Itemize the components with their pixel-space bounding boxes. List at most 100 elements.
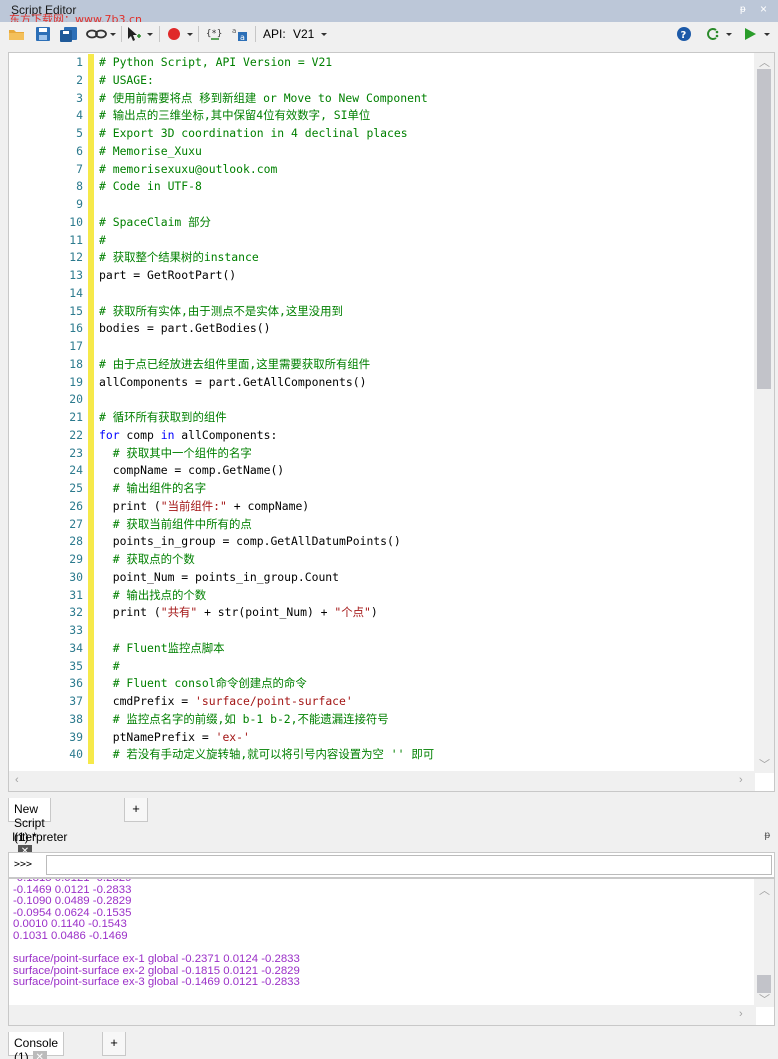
output-vertical-scrollbar[interactable]: ︿ ﹀ — [754, 879, 774, 1007]
tab-new-script[interactable]: New Script (1) *✕ — [8, 798, 51, 859]
code-line[interactable]: 5 # Export 3D coordination in 4 declinal … — [9, 125, 755, 143]
code-line[interactable]: 16 bodies = part.GetBodies() — [9, 320, 755, 339]
help-icon[interactable]: ? — [676, 26, 692, 42]
change-marker — [88, 568, 94, 587]
code-line[interactable]: 4 # 输出点的三维坐标,其中保留4位有效数字, SI单位 — [9, 107, 755, 126]
close-icon[interactable]: × — [760, 2, 767, 16]
script-editor-window: Script Editor 东方下载网：www.7b3.cn ᵽ × {*} a… — [0, 0, 778, 1059]
code-text: ptNamePrefix = 'ex-' — [99, 729, 250, 744]
record-icon[interactable] — [166, 26, 182, 42]
code-line[interactable]: 35 # — [9, 657, 755, 676]
tab-console[interactable]: Console (1) ✕ — [8, 1032, 65, 1059]
change-marker — [88, 657, 94, 676]
interpreter-input[interactable] — [46, 855, 772, 875]
code-line[interactable]: 29 # 获取点的个数 — [9, 551, 755, 569]
code-line[interactable]: 39 ptNamePrefix = 'ex-' — [9, 728, 755, 747]
code-line[interactable]: 31 # 输出找点的个数 — [9, 586, 755, 605]
code-line[interactable]: 38 # 监控点名字的前缀,如 b-1 b-2,不能遗漏连接符号 — [9, 710, 755, 729]
change-marker — [88, 125, 94, 143]
scroll-up-icon[interactable]: ︿ — [759, 882, 770, 898]
select-pointer-icon[interactable] — [126, 26, 142, 42]
code-line[interactable]: 8 # Code in UTF-8 — [9, 178, 755, 197]
scroll-up-icon[interactable]: ︿ — [759, 54, 770, 70]
code-line[interactable]: 28 points_in_group = comp.GetAllDatumPoi… — [9, 533, 755, 552]
code-text: for comp in allComponents: — [99, 427, 278, 442]
code-line[interactable]: 7 # memorisexuxu@outlook.com — [9, 160, 755, 179]
line-number: 40 — [69, 747, 83, 762]
insert-snippet-icon[interactable]: {*} — [205, 26, 223, 42]
code-line[interactable]: 36 # Fluent consol命令创建点的命令 — [9, 675, 755, 694]
code-line[interactable]: 2 # USAGE: — [9, 71, 755, 90]
change-marker — [88, 551, 94, 569]
code-line[interactable]: 32 print ("共有" + str(point_Num) + "个点") — [9, 604, 755, 623]
chevron-down-icon[interactable] — [725, 26, 733, 42]
code-line[interactable]: 27 # 获取当前组件中所有的点 — [9, 515, 755, 534]
chevron-down-icon[interactable] — [320, 26, 328, 42]
code-line[interactable]: 10 # SpaceClaim 部分 — [9, 213, 755, 232]
chevron-down-icon[interactable] — [186, 26, 194, 42]
svg-text:{*}: {*} — [206, 29, 222, 39]
scroll-down-icon[interactable]: ﹀ — [759, 756, 770, 772]
interpreter-title: Interpreter — [12, 830, 68, 844]
code-line[interactable]: 13 part = GetRootPart() — [9, 267, 755, 285]
code-line[interactable]: 3 # 使用前需要将点 移到新组建 or Move to New Componen… — [9, 89, 755, 108]
rename-icon[interactable]: aa — [232, 26, 248, 42]
save-icon[interactable] — [35, 26, 51, 42]
code-area[interactable]: 1 # Python Script, API Version = V21 2 # US… — [9, 53, 755, 773]
code-editor[interactable]: 1 # Python Script, API Version = V21 2 # US… — [8, 52, 775, 792]
editor-horizontal-scrollbar[interactable]: ‹ › — [9, 771, 755, 791]
change-marker — [88, 107, 94, 126]
chevron-down-icon[interactable] — [763, 26, 771, 42]
scrollbar-thumb[interactable] — [757, 69, 771, 389]
code-text: # 循环所有获取到的组件 — [99, 410, 227, 424]
chevron-down-icon[interactable] — [146, 26, 154, 42]
code-line[interactable]: 22 for comp in allComponents: — [9, 426, 755, 445]
scroll-down-icon[interactable]: ﹀ — [759, 991, 770, 1007]
code-line[interactable]: 1 # Python Script, API Version = V21 — [9, 54, 755, 72]
scroll-left-icon[interactable]: ‹ — [15, 774, 19, 786]
save-as-icon[interactable] — [59, 26, 79, 42]
code-line[interactable]: 17 — [9, 338, 755, 356]
pin-icon[interactable]: ᵽ — [764, 830, 770, 841]
code-line[interactable]: 12 # 获取整个结果树的instance — [9, 249, 755, 268]
editor-vertical-scrollbar[interactable]: ︿ ﹀ — [754, 53, 774, 773]
code-line[interactable]: 30 point_Num = points_in_group.Count — [9, 568, 755, 587]
chevron-down-icon[interactable] — [109, 26, 117, 42]
code-line[interactable]: 37 cmdPrefix = 'surface/point-surface' — [9, 693, 755, 711]
debug-icon[interactable] — [704, 26, 720, 42]
pin-icon[interactable]: ᵽ — [740, 4, 746, 15]
code-line[interactable]: 11 # — [9, 231, 755, 250]
line-number: 18 — [69, 356, 83, 371]
add-tab-button[interactable]: + — [124, 798, 148, 822]
code-line[interactable]: 9 — [9, 196, 755, 214]
code-line[interactable]: 6 # Memorise_Xuxu — [9, 142, 755, 161]
code-line[interactable]: 20 — [9, 391, 755, 410]
link-icon[interactable] — [86, 26, 108, 42]
code-line[interactable]: 25 # 输出组件的名字 — [9, 480, 755, 498]
code-line[interactable]: 15 # 获取所有实体,由于测点不是实体,这里没用到 — [9, 302, 755, 321]
run-icon[interactable] — [743, 26, 757, 42]
code-line[interactable]: 34 # Fluent监控点脚本 — [9, 639, 755, 658]
code-line[interactable]: 23 # 获取其中一个组件的名字 — [9, 444, 755, 463]
code-text: # 使用前需要将点 移到新组建 or Move to New Component — [99, 90, 428, 105]
change-marker — [88, 515, 94, 534]
open-folder-icon[interactable] — [8, 26, 26, 42]
toolbar-separator — [255, 26, 256, 42]
scroll-right-icon[interactable]: › — [739, 1008, 743, 1020]
code-line[interactable]: 19 allComponents = part.GetAllComponents(… — [9, 373, 755, 392]
code-line[interactable]: 26 print ("当前组件:" + compName) — [9, 497, 755, 516]
add-tab-button[interactable]: + — [102, 1032, 126, 1056]
code-line[interactable]: 40 # 若没有手动定义旋转轴,就可以将引号内容设置为空 '' 即可 — [9, 746, 755, 765]
close-icon[interactable]: ✕ — [32, 1050, 47, 1059]
line-number: 24 — [69, 463, 83, 478]
code-line[interactable]: 18 # 由于点已经放进去组件里面,这里需要获取所有组件 — [9, 355, 755, 374]
code-line[interactable]: 14 — [9, 284, 755, 303]
code-text: # 输出点的三维坐标,其中保留4位有效数字, SI单位 — [99, 108, 371, 123]
api-version-dropdown[interactable]: V21 — [293, 27, 314, 41]
code-line[interactable]: 24 compName = comp.GetName() — [9, 462, 755, 481]
output-horizontal-scrollbar[interactable]: › — [9, 1005, 756, 1025]
scroll-right-icon[interactable]: › — [739, 774, 743, 786]
code-line[interactable]: 33 — [9, 622, 755, 640]
code-line[interactable]: 21 # 循环所有获取到的组件 — [9, 409, 755, 427]
change-marker — [88, 71, 94, 90]
